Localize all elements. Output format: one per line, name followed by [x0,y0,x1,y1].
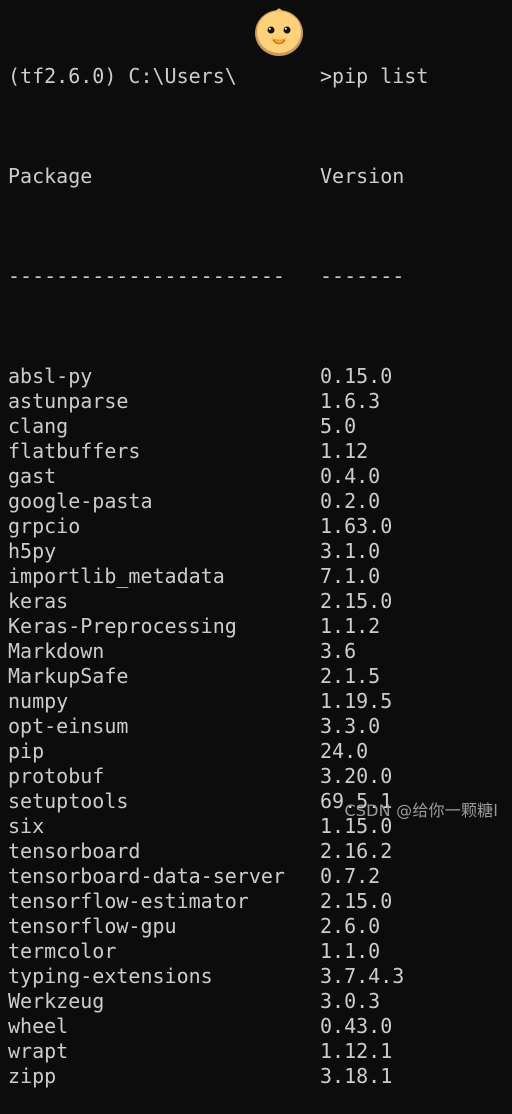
package-name: MarkupSafe [8,664,129,688]
package-version: 2.6.0 [320,914,381,938]
package-row: tensorflow-estimator 2.15.0 [8,889,512,914]
package-name: clang [8,414,69,438]
package-row: astunparse 1.6.3 [8,389,512,414]
command-prompt-line: (tf2.6.0) C:\Users\ >pip list [8,64,512,89]
package-version: 2.1.5 [320,664,381,688]
prompt-command: >pip list [320,64,429,88]
package-name: tensorflow-estimator [8,889,249,913]
package-version: 5.0 [320,414,357,438]
package-row: tensorflow-gpu 2.6.0 [8,914,512,939]
package-version: 3.3.0 [320,714,381,738]
package-version: 1.12 [320,439,369,463]
package-name: tensorboard-data-server [8,864,285,888]
package-version: 2.16.2 [320,839,393,863]
package-version: 0.43.0 [320,1014,393,1038]
package-version: 1.12.1 [320,1039,393,1063]
package-row: Keras-Preprocessing 1.1.2 [8,614,512,639]
package-name: flatbuffers [8,439,141,463]
package-row: gast 0.4.0 [8,464,512,489]
package-name: six [8,814,45,838]
terminal-output[interactable]: (tf2.6.0) C:\Users\ >pip list Package Ve… [8,14,512,1114]
package-version: 0.4.0 [320,464,381,488]
package-version: 0.15.0 [320,364,393,388]
package-name: tensorflow-gpu [8,914,177,938]
package-list: absl-py 0.15.0 astunparse 1.6.3 clang 5.0 flat… [8,364,512,1089]
duckling-avatar-icon [251,3,307,59]
package-name: absl-py [8,364,93,388]
package-row: numpy 1.19.5 [8,689,512,714]
table-header: Package Version [8,164,512,189]
package-version: 2.15.0 [320,589,393,613]
package-row: protobuf 3.20.0 [8,764,512,789]
package-name: tensorboard [8,839,141,863]
header-version-rule: ------- [320,264,405,288]
package-name: Markdown [8,639,105,663]
header-package-rule: ----------------------- [8,264,285,288]
package-version: 1.63.0 [320,514,393,538]
package-name: opt-einsum [8,714,129,738]
package-row: google-pasta 0.2.0 [8,489,512,514]
package-row: Werkzeug 3.0.3 [8,989,512,1014]
package-version: 3.7.4.3 [320,964,405,988]
package-version: 3.20.0 [320,764,393,788]
package-name: pip [8,739,45,763]
package-version: 0.7.2 [320,864,381,888]
package-name: protobuf [8,764,105,788]
package-version: 1.1.2 [320,614,381,638]
watermark: CSDN @给你一颗糖l [344,801,498,820]
package-row: zipp 3.18.1 [8,1064,512,1089]
package-name: zipp [8,1064,57,1088]
package-version: 1.1.0 [320,939,381,963]
package-name: astunparse [8,389,129,413]
package-row: h5py 3.1.0 [8,539,512,564]
package-row: wrapt 1.12.1 [8,1039,512,1064]
package-version: 3.6 [320,639,357,663]
package-version: 0.2.0 [320,489,381,513]
package-version: 3.0.3 [320,989,381,1013]
header-package: Package [8,164,93,188]
package-version: 7.1.0 [320,564,381,588]
package-version: 3.1.0 [320,539,381,563]
package-row: opt-einsum 3.3.0 [8,714,512,739]
package-name: termcolor [8,939,117,963]
package-name: importlib_metadata [8,564,225,588]
package-row: grpcio 1.63.0 [8,514,512,539]
package-name: wrapt [8,1039,69,1063]
package-name: h5py [8,539,57,563]
package-row: typing-extensions 3.7.4.3 [8,964,512,989]
package-row: tensorboard 2.16.2 [8,839,512,864]
package-name: wheel [8,1014,69,1038]
package-name: google-pasta [8,489,153,513]
package-version: 1.19.5 [320,689,393,713]
package-row: clang 5.0 [8,414,512,439]
package-name: gast [8,464,57,488]
package-name: Keras-Preprocessing [8,614,237,638]
package-version: 3.18.1 [320,1064,393,1088]
package-row: importlib_metadata 7.1.0 [8,564,512,589]
package-row: absl-py 0.15.0 [8,364,512,389]
package-row: tensorboard-data-server 0.7.2 [8,864,512,889]
package-row: Markdown 3.6 [8,639,512,664]
package-version: 2.15.0 [320,889,393,913]
package-row: keras 2.15.0 [8,589,512,614]
package-row: MarkupSafe 2.1.5 [8,664,512,689]
package-row: wheel 0.43.0 [8,1014,512,1039]
package-name: numpy [8,689,69,713]
package-row: flatbuffers 1.12 [8,439,512,464]
package-name: Werkzeug [8,989,105,1013]
prompt-prefix: (tf2.6.0) C:\Users\ [8,64,237,88]
table-header-rule: ----------------------- ------- [8,264,512,289]
package-name: keras [8,589,69,613]
package-version: 1.6.3 [320,389,381,413]
package-version: 24.0 [320,739,369,763]
package-name: setuptools [8,789,129,813]
package-row: termcolor 1.1.0 [8,939,512,964]
package-row: pip 24.0 [8,739,512,764]
header-version: Version [320,164,405,188]
package-name: grpcio [8,514,81,538]
package-name: typing-extensions [8,964,213,988]
